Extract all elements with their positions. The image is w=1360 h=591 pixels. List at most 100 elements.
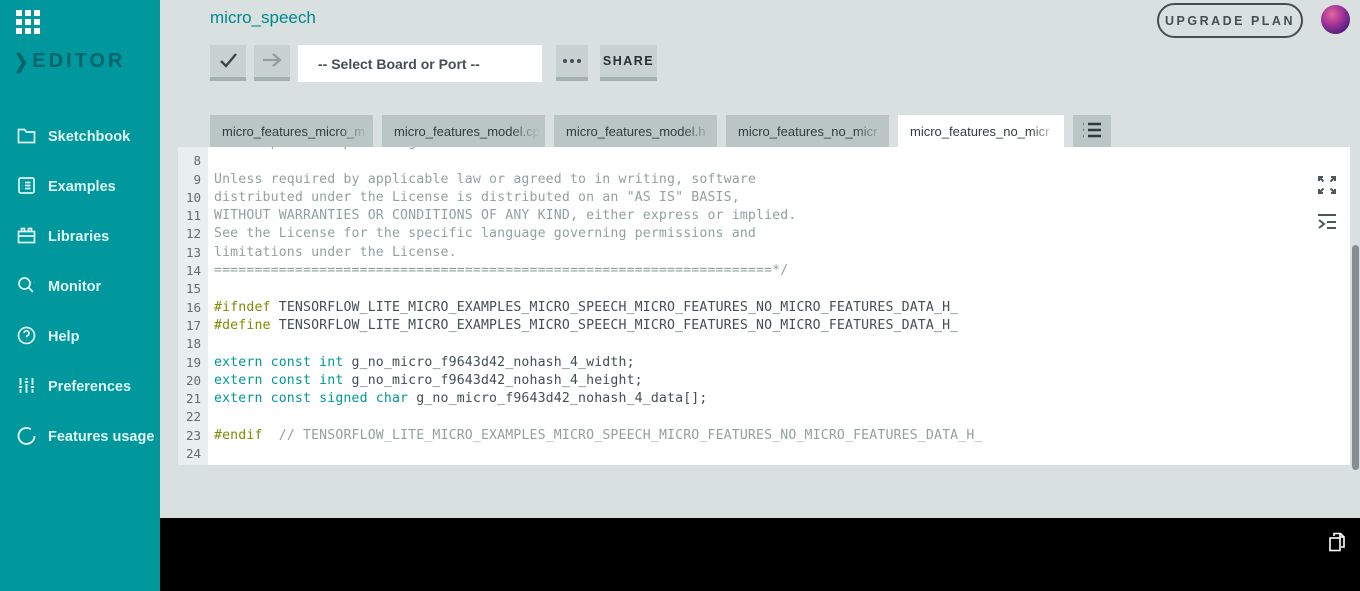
tab-file-4[interactable]: micro_features_no_micr xyxy=(898,115,1064,147)
code-line: 15 xyxy=(178,280,1350,299)
app-grid-icon[interactable] xyxy=(16,10,42,36)
usage-icon xyxy=(16,425,37,450)
tab-label-fade xyxy=(511,115,545,147)
code-line: 23 #endif // TENSORFLOW_LITE_MICRO_EXAMPL… xyxy=(178,426,1350,446)
line-number: 10 xyxy=(178,188,208,208)
sidebar-item-label: Features usage xyxy=(48,429,155,445)
sidebar-item-label: Monitor xyxy=(48,279,102,295)
code-line-text: See the License for the specific languag… xyxy=(214,226,756,242)
sidebar-item-label: Sketchbook xyxy=(48,129,131,145)
code-area: 7 http://www.apache.org/licenses/LICENSE… xyxy=(178,147,1350,464)
tab-label-fade xyxy=(1030,115,1064,147)
copy-icon xyxy=(1327,532,1347,556)
code-line-text: http://www.apache.org/licenses/LICENSE-2… xyxy=(208,147,586,152)
line-number: 13 xyxy=(178,243,208,263)
code-line-text: Unless required by applicable law or agr… xyxy=(214,171,756,187)
line-number: 14 xyxy=(178,262,208,281)
tab-label: micro_features_no_micr xyxy=(910,123,1050,139)
code-line: 22 xyxy=(178,408,1350,427)
monitor-icon xyxy=(16,275,37,300)
console-toggle-icon xyxy=(1315,214,1339,237)
tab-label-fade xyxy=(683,115,717,147)
line-number: 17 xyxy=(178,316,208,336)
tab-list-button[interactable] xyxy=(1073,115,1111,147)
line-number: 15 xyxy=(178,280,208,299)
fullscreen-button[interactable] xyxy=(1315,173,1339,197)
code-line-text: #ifndef TENSORFLOW_LITE_MICRO_EXAMPLES_M… xyxy=(214,299,959,315)
line-number: 23 xyxy=(178,426,208,446)
line-number: 19 xyxy=(178,353,208,372)
code-line: 17 #define TENSORFLOW_LITE_MICRO_EXAMPLES… xyxy=(178,316,1350,336)
code-line-text: extern const int g_no_micro_f9643d42_noh… xyxy=(214,372,643,388)
line-number: 12 xyxy=(178,225,208,244)
editor-logo-text: EDITOR xyxy=(32,50,126,72)
tab-file-0[interactable]: micro_features_micro_m xyxy=(210,115,373,147)
code-line-text: WITHOUT WARRANTIES OR CONDITIONS OF ANY … xyxy=(214,208,797,224)
code-line: 9 Unless required by applicable law or ag… xyxy=(178,170,1350,189)
code-line-text: ========================================… xyxy=(214,263,789,279)
sidebar-item-preferences[interactable]: Preferences xyxy=(0,362,160,412)
page-title: micro_speech xyxy=(210,8,316,27)
code-line: 10 distributed under the License is distr… xyxy=(178,188,1350,208)
line-number: 8 xyxy=(178,152,208,171)
code-line: 19 extern const int g_no_micro_f9643d42_n… xyxy=(178,353,1350,372)
ellipsis-icon xyxy=(563,59,581,63)
vertical-scrollbar[interactable] xyxy=(1352,245,1359,470)
sidebar-item-features-usage[interactable]: Features usage xyxy=(0,412,160,462)
upload-button[interactable] xyxy=(254,45,290,81)
gutter xyxy=(178,461,208,465)
code-line-text: limitations under the License. xyxy=(214,244,457,260)
check-icon xyxy=(217,49,239,74)
line-number: 20 xyxy=(178,371,208,391)
more-options-button[interactable] xyxy=(556,45,588,81)
copy-output-button[interactable] xyxy=(1326,531,1348,555)
line-number: 22 xyxy=(178,408,208,427)
code-line-text: extern const int g_no_micro_f9643d42_noh… xyxy=(214,354,635,370)
code-line-text: distributed under the License is distrib… xyxy=(214,189,740,205)
tab-label-fade xyxy=(855,115,889,147)
help-icon xyxy=(16,325,37,350)
code-line: 21 extern const signed char g_no_micro_f9… xyxy=(178,390,1350,409)
console-toggle-button[interactable] xyxy=(1315,210,1339,234)
line-number: 18 xyxy=(178,335,208,354)
arrow-right-icon xyxy=(260,49,284,74)
code-line: 24 xyxy=(178,445,1350,464)
code-line-text: #define TENSORFLOW_LITE_MICRO_EXAMPLES_M… xyxy=(214,317,959,333)
code-editor[interactable]: 7 http://www.apache.org/licenses/LICENSE… xyxy=(178,147,1350,465)
sidebar-item-label: Preferences xyxy=(48,379,132,395)
sidebar-item-sketchbook[interactable]: Sketchbook xyxy=(0,112,160,162)
line-number: 9 xyxy=(178,170,208,189)
code-line: 12 See the License for the specific langu… xyxy=(178,225,1350,244)
verify-button[interactable] xyxy=(210,45,246,81)
share-button[interactable]: SHARE xyxy=(600,45,657,81)
tab-file-3[interactable]: micro_features_no_micr xyxy=(726,115,889,147)
upgrade-plan-button[interactable]: UPGRADE PLAN xyxy=(1157,3,1303,38)
tab-file-1[interactable]: micro_features_model.cp xyxy=(382,115,545,147)
code-line: 20 extern const int g_no_micro_f9643d42_n… xyxy=(178,371,1350,391)
avatar[interactable] xyxy=(1321,5,1350,34)
sidebar-item-examples[interactable]: Examples xyxy=(0,162,160,212)
sidebar-item-monitor[interactable]: Monitor xyxy=(0,262,160,312)
toolbox-icon xyxy=(16,225,37,250)
code-line-text: #endif // TENSORFLOW_LITE_MICRO_EXAMPLES… xyxy=(214,427,983,443)
chevron-right-icon: ❯ xyxy=(14,50,29,72)
line-number: 11 xyxy=(178,207,208,226)
tab-label-fade xyxy=(339,115,373,147)
tab-list-icon xyxy=(1081,121,1103,142)
sidebar-item-label: Libraries xyxy=(48,229,110,245)
console-panel xyxy=(160,518,1360,591)
code-line-text: extern const signed char g_no_micro_f964… xyxy=(214,391,708,407)
tab-file-2[interactable]: micro_features_model.h xyxy=(554,115,717,147)
examples-icon xyxy=(16,175,37,200)
board-port-select[interactable]: -- Select Board or Port -- xyxy=(298,45,542,82)
board-port-select-value: -- Select Board or Port -- xyxy=(318,55,480,72)
sliders-icon xyxy=(16,375,37,400)
code-line: 13 limitations under the License. xyxy=(178,243,1350,263)
expand-icon xyxy=(1315,176,1339,200)
code-line: 14 ======================================… xyxy=(178,262,1350,281)
code-line: 8 xyxy=(178,152,1350,171)
sidebar-item-help[interactable]: Help xyxy=(0,312,160,362)
sidebar-item-libraries[interactable]: Libraries xyxy=(0,212,160,262)
